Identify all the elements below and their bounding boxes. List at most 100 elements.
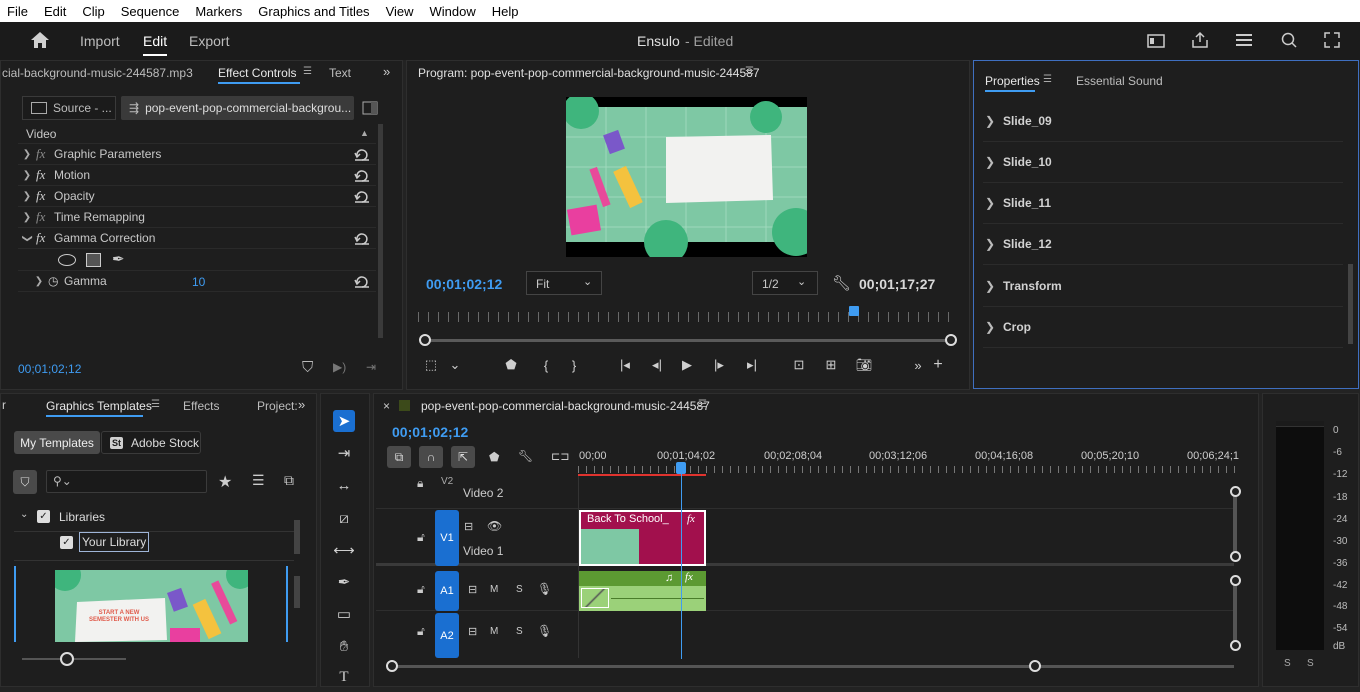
track-a2-target[interactable]: A2	[435, 613, 459, 658]
overflow-icon[interactable]: »	[909, 356, 927, 374]
vscroll-handle[interactable]	[1230, 551, 1241, 562]
list-view-icon[interactable]: ☰	[252, 472, 265, 489]
rectangle-mask-icon[interactable]	[86, 253, 101, 267]
close-tab-icon[interactable]: r	[2, 398, 6, 412]
expand-icon[interactable]: ❯	[983, 114, 1003, 128]
add-button-icon[interactable]: +	[929, 356, 947, 374]
play-audio-icon[interactable]: ▶)	[333, 360, 346, 374]
effect-row-motion[interactable]: ❯ fx Motion	[18, 165, 376, 186]
vscroll-handle[interactable]	[1230, 575, 1241, 586]
track-select-tool-icon[interactable]: ⇥	[333, 442, 355, 464]
extract-icon[interactable]: ⊞	[821, 356, 841, 374]
libraries-scrollbar[interactable]	[294, 520, 300, 554]
toggle-sync-lock-icon[interactable]: ⊟	[464, 520, 473, 533]
effect-controls-scrollbar[interactable]	[378, 124, 383, 338]
step-forward-icon[interactable]: |▸	[709, 356, 729, 374]
solo-button[interactable]: S	[516, 584, 523, 595]
search-help-icon[interactable]	[1280, 31, 1298, 49]
param-row-gamma[interactable]: ❯ ◷ Gamma 10	[18, 271, 376, 292]
expand-icon[interactable]: ❯	[983, 237, 1003, 251]
lock-icon[interactable]: 🔓︎	[417, 624, 425, 639]
collapse-up-icon[interactable]: ▲	[360, 128, 369, 138]
hscroll-handle-right[interactable]	[1029, 660, 1041, 672]
tab-graphics-templates[interactable]: Graphics Templates	[46, 399, 152, 413]
go-to-in-icon[interactable]: |◂	[615, 356, 635, 374]
thumbnail-size-handle[interactable]	[60, 652, 74, 666]
effect-row-gamma-correction[interactable]: ❯ fx Gamma Correction	[18, 228, 376, 249]
solo-button[interactable]: S	[516, 626, 523, 637]
effect-row-time-remapping[interactable]: ❯ fx Time Remapping	[18, 207, 376, 228]
workspace-panel-icon[interactable]	[1147, 33, 1165, 49]
pen-tool-icon[interactable]: ✒	[333, 571, 355, 593]
prop-item-crop[interactable]: ❯ Crop	[983, 307, 1343, 348]
menu-file[interactable]: File	[0, 4, 36, 19]
timeline-settings-icon[interactable]: 🔧︎	[518, 449, 533, 463]
lock-icon[interactable]: 🔓︎	[417, 582, 425, 597]
filter-icon[interactable]: ⛉	[302, 359, 313, 376]
clip-tab[interactable]: ⇶ pop-event-pop-commercial-backgrou...	[121, 96, 354, 120]
rectangle-tool-icon[interactable]: ▭	[333, 603, 355, 625]
timeline-playhead[interactable]	[676, 462, 686, 474]
new-item-icon[interactable]: ⧉	[284, 472, 294, 489]
selection-tool-icon[interactable]: ➤	[333, 410, 355, 432]
type-tool-icon[interactable]: T	[333, 666, 355, 688]
program-ruler[interactable]	[418, 312, 956, 322]
expand-icon[interactable]: ❯	[983, 279, 1003, 293]
prop-item-transform[interactable]: ❯ Transform	[983, 266, 1343, 307]
zoom-scroll-track[interactable]	[424, 339, 951, 342]
your-library-name-field[interactable]: Your Library	[79, 532, 150, 552]
panel-overflow-icon[interactable]: »	[383, 64, 390, 79]
share-icon[interactable]	[1191, 31, 1209, 49]
captions-icon[interactable]: ⊏⊐	[551, 450, 569, 463]
snap-icon[interactable]: ∩	[419, 446, 443, 468]
prop-item-slide-10[interactable]: ❯ Slide_10	[983, 142, 1343, 183]
step-back-icon[interactable]: ◂|	[647, 356, 667, 374]
safe-margins-icon[interactable]: ⬚	[422, 356, 440, 374]
play-icon[interactable]: ▶	[678, 356, 696, 374]
toggle-sync-lock-icon[interactable]: ⊟	[468, 583, 477, 596]
subtab-my-templates[interactable]: My Templates	[14, 431, 100, 454]
vscroll-handle[interactable]	[1230, 640, 1241, 651]
timeline-hscroll-track[interactable]	[391, 665, 1234, 668]
collapse-icon[interactable]: ⌄	[20, 509, 28, 520]
tab-audio-clip[interactable]: cial-background-music-244587.mp3	[2, 66, 193, 80]
expand-icon[interactable]: ❯	[18, 191, 36, 202]
program-playhead[interactable]	[848, 306, 859, 316]
tab-project[interactable]: Project:	[257, 399, 298, 413]
resolution-dropdown[interactable]: 1/2 ⌄	[752, 271, 818, 295]
toggle-timeline-icon[interactable]	[362, 101, 378, 115]
reset-icon[interactable]	[354, 168, 370, 182]
tab-essential-sound[interactable]: Essential Sound	[1076, 74, 1163, 88]
tab-properties[interactable]: Properties	[985, 74, 1040, 88]
vscroll-handle[interactable]	[1230, 486, 1241, 497]
nav-import[interactable]: Import	[80, 33, 120, 49]
prop-item-slide-12[interactable]: ❯ Slide_12	[983, 224, 1343, 265]
hand-tool-icon[interactable]: ✋︎	[333, 635, 355, 657]
solo-left-button[interactable]: S	[1284, 658, 1291, 669]
star-icon[interactable]: ★	[218, 472, 232, 492]
thumbnail-size-slider[interactable]	[22, 658, 126, 660]
zoom-handle-right[interactable]	[945, 334, 957, 346]
menu-window[interactable]: Window	[422, 4, 484, 19]
menu-help[interactable]: Help	[484, 4, 527, 19]
add-marker-icon[interactable]: ⬟	[489, 450, 499, 464]
libraries-checkbox[interactable]: ✓	[37, 510, 50, 523]
toggle-sync-lock-icon[interactable]: ⊟	[468, 625, 477, 638]
program-timecode[interactable]: 00;01;02;12	[426, 276, 502, 292]
reset-icon[interactable]	[354, 231, 370, 245]
export-icon[interactable]: ⇥	[366, 360, 376, 374]
tab-text[interactable]: Text	[329, 66, 351, 80]
pen-mask-icon[interactable]: ✒	[112, 250, 125, 268]
mute-button[interactable]: M	[490, 626, 498, 637]
tab-menu-icon[interactable]: ☰	[303, 66, 312, 77]
effect-row-graphic-parameters[interactable]: ❯ fx Graphic Parameters	[18, 144, 376, 165]
go-to-out-icon[interactable]: ▸|	[742, 356, 762, 374]
slip-tool-icon[interactable]: ⟷	[333, 539, 355, 561]
expand-icon[interactable]: ❯	[983, 320, 1003, 334]
panel-overflow-icon[interactable]: »	[298, 397, 305, 412]
eye-icon[interactable]: 👁︎	[487, 519, 502, 533]
fit-dropdown[interactable]: Fit ⌄	[526, 271, 602, 295]
microphone-icon[interactable]: 🎙︎	[537, 624, 552, 638]
param-value[interactable]: 10	[192, 275, 205, 289]
expand-icon[interactable]: ❯	[18, 212, 36, 223]
